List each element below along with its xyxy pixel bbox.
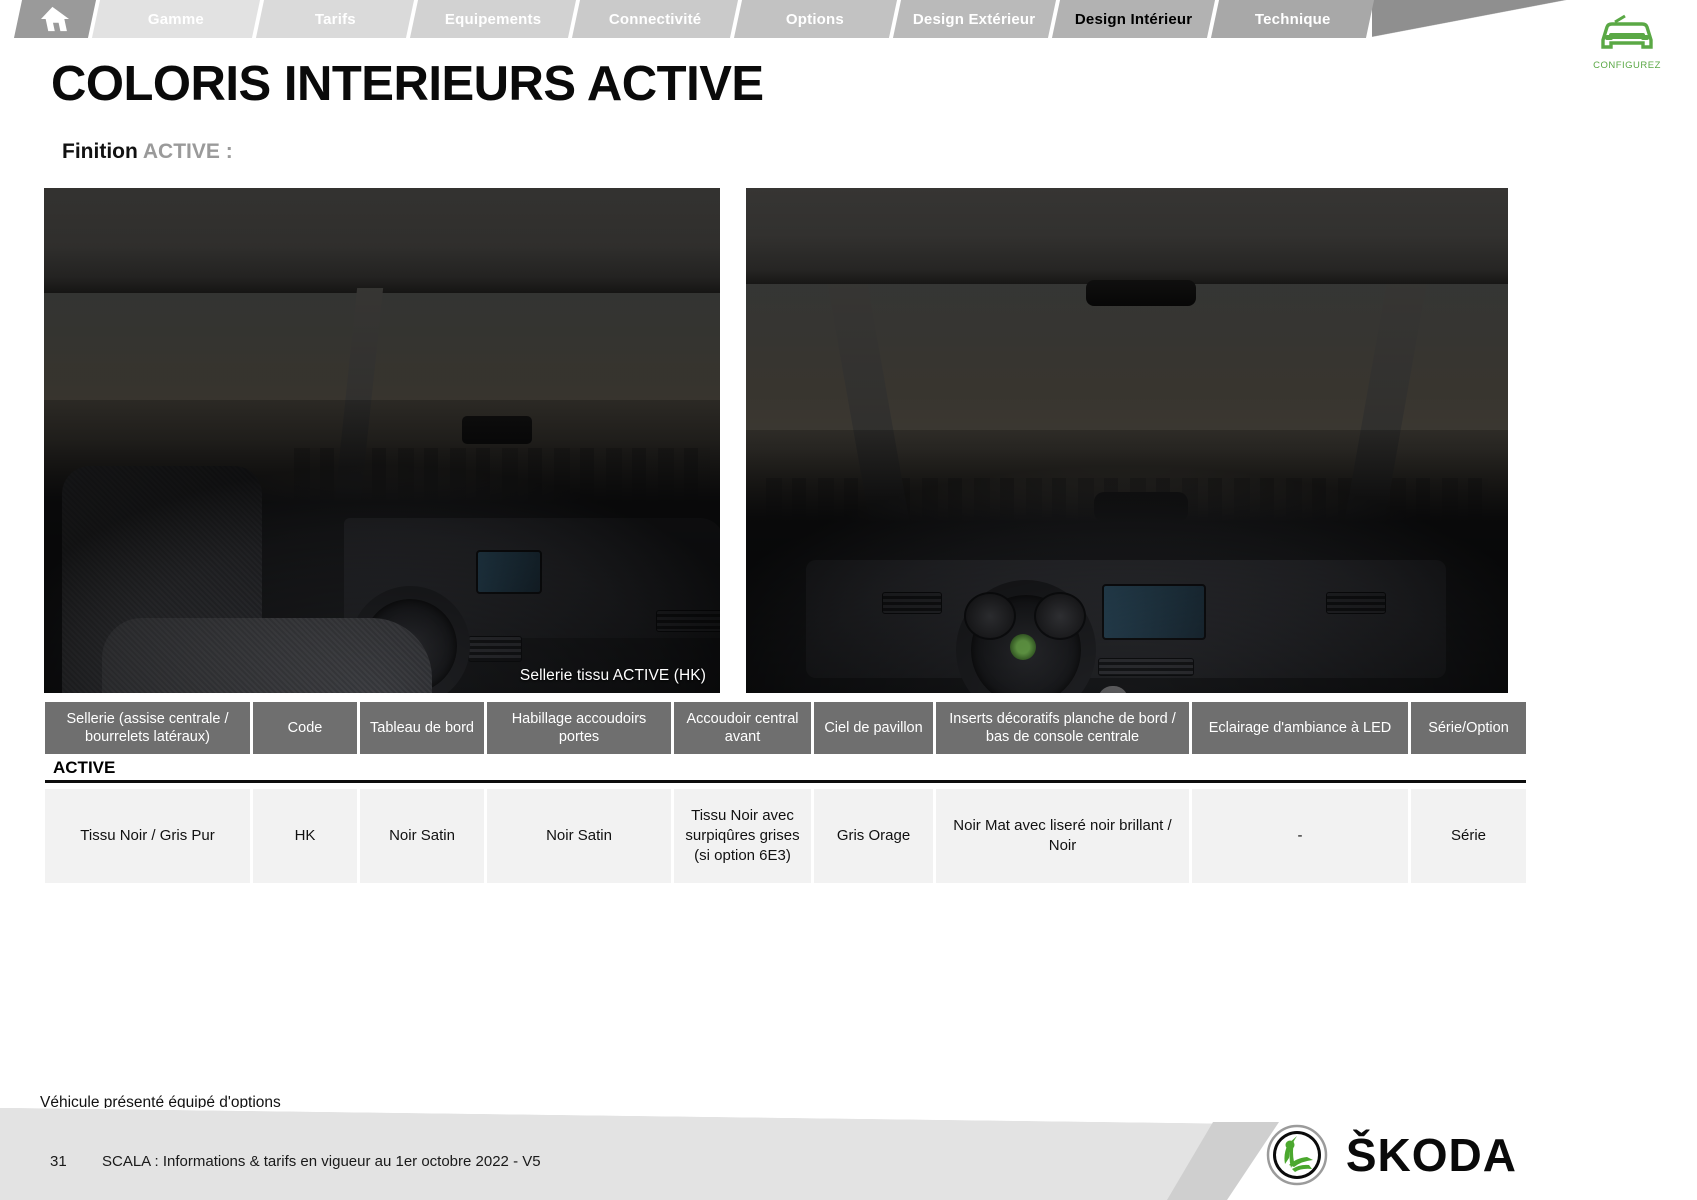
- home-icon-wrap: [40, 5, 70, 33]
- nav-tab-label: Options: [786, 10, 845, 28]
- table-header-ciel-de-pavillon: Ciel de pavillon: [814, 702, 933, 755]
- skoda-arrow-logo: [1266, 1124, 1328, 1186]
- nav-tab-label: Gamme: [147, 10, 205, 28]
- cell-eclairage-ambiance: -: [1192, 789, 1408, 884]
- footer-text: 31 SCALA : Informations & tarifs en vigue…: [50, 1153, 541, 1170]
- table-header-inserts-decoratifs: Inserts décoratifs planche de bord / bas…: [936, 702, 1189, 755]
- table-header-serie-option: Série/Option: [1411, 702, 1526, 755]
- nav-tab-design-exterieur[interactable]: Design Extérieur: [892, 0, 1057, 38]
- cell-tableau-de-bord: Noir Satin: [360, 789, 484, 884]
- nav-home-button[interactable]: [13, 0, 97, 38]
- photo-vignette: [746, 188, 1508, 693]
- footer-band: 31 SCALA : Informations & tarifs en vigue…: [0, 1108, 1697, 1200]
- nav-tab-technique[interactable]: Technique: [1210, 0, 1375, 38]
- table-group-row: ACTIVE: [45, 754, 1526, 784]
- cell-sellerie: Tissu Noir / Gris Pur: [45, 789, 250, 884]
- nav-tab-gamme[interactable]: Gamme: [91, 0, 261, 38]
- nav-tab-label: Design Intérieur: [1074, 10, 1193, 28]
- configurez-button[interactable]: CONFIGUREZ: [1581, 14, 1673, 71]
- cell-serie-option: Série: [1411, 789, 1526, 884]
- nav-tab-equipements[interactable]: Equipements: [409, 0, 577, 38]
- page-number: 31: [50, 1153, 67, 1170]
- nav-tab-label: Design Extérieur: [913, 10, 1036, 28]
- nav-tab-label: Technique: [1254, 10, 1331, 28]
- skoda-logo: ŠKODA: [1266, 1124, 1517, 1186]
- car-front-icon: [1601, 14, 1653, 49]
- interior-dashboard-photo: [746, 188, 1508, 693]
- footer-legal: SCALA : Informations & tarifs en vigueur…: [102, 1153, 541, 1170]
- configurez-label: CONFIGUREZ: [1593, 60, 1661, 71]
- nav-tab-options[interactable]: Options: [733, 0, 898, 38]
- nav-tab-tarifs[interactable]: Tarifs: [255, 0, 415, 38]
- finition-value: ACTIVE :: [142, 140, 233, 163]
- nav-tab-label: Tarifs: [314, 10, 356, 28]
- skoda-wordmark: ŠKODA: [1345, 1129, 1517, 1181]
- cell-code: HK: [253, 789, 357, 884]
- finition-line: Finition ACTIVE :: [62, 140, 233, 164]
- table-header-tableau-de-bord: Tableau de bord: [360, 702, 484, 755]
- table-header-code: Code: [253, 702, 357, 755]
- nav-tab-label: Connectivité: [608, 10, 702, 28]
- cell-ciel-de-pavillon: Gris Orage: [814, 789, 933, 884]
- interior-seats-photo: Sellerie tissu ACTIVE (HK): [44, 188, 720, 693]
- table-group-label: ACTIVE: [45, 754, 1526, 784]
- nav-tab-design-interieur[interactable]: Design Intérieur: [1051, 0, 1216, 38]
- table-header-row: Sellerie (assise centrale / bourrelets l…: [45, 702, 1526, 755]
- table-header-accoudoir-central: Accoudoir central avant: [674, 702, 811, 755]
- cell-inserts-decoratifs: Noir Mat avec liseré noir brillant / Noi…: [936, 789, 1189, 884]
- cell-habillage-accoudoirs: Noir Satin: [487, 789, 671, 884]
- finition-label: Finition: [62, 140, 138, 163]
- nav-tail-decoration: [1372, 0, 1572, 38]
- table-header-sellerie: Sellerie (assise centrale / bourrelets l…: [45, 702, 250, 755]
- interior-colors-table: Sellerie (assise centrale / bourrelets l…: [42, 702, 1529, 884]
- home-icon: [41, 6, 69, 32]
- cell-accoudoir-central: Tissu Noir avec surpiqûres grises (si op…: [674, 789, 811, 884]
- photo-vignette: [44, 188, 720, 693]
- table-header-habillage-accoudoirs: Habillage accoudoirs portes: [487, 702, 671, 755]
- nav-tab-label: Equipements: [444, 10, 542, 28]
- top-navigation: Gamme Tarifs Equipements Connectivité Op…: [0, 0, 1697, 38]
- table-row: Tissu Noir / Gris Pur HK Noir Satin Noir…: [45, 789, 1526, 884]
- page-root: Gamme Tarifs Equipements Connectivité Op…: [0, 0, 1697, 1200]
- photo-caption: Sellerie tissu ACTIVE (HK): [519, 667, 706, 684]
- page-title: COLORIS INTERIEURS ACTIVE: [51, 57, 764, 111]
- nav-tab-connectivite[interactable]: Connectivité: [571, 0, 739, 38]
- table-header-eclairage-ambiance: Eclairage d'ambiance à LED: [1192, 702, 1408, 755]
